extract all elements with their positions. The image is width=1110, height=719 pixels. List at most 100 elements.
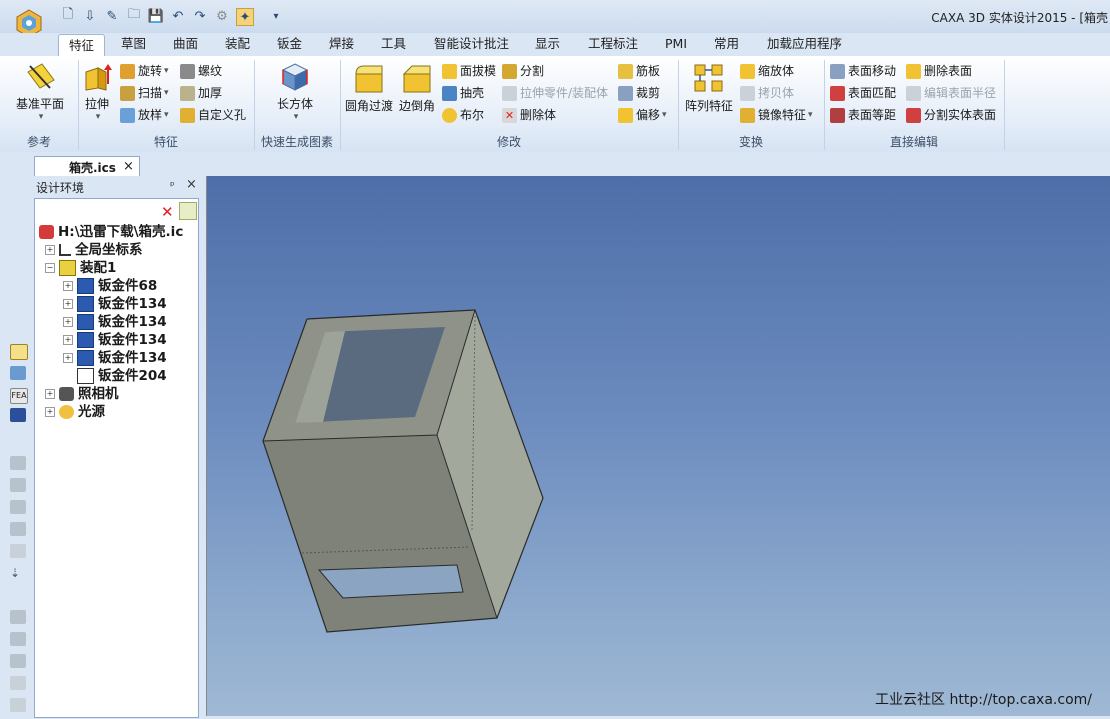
mirror-button[interactable]: 镜像特征 ▾ xyxy=(740,106,813,125)
face-move-button[interactable]: 表面移动 xyxy=(830,62,896,81)
redo-icon[interactable]: ↷ xyxy=(192,8,208,24)
tree-item-part[interactable]: + 钣金件134 xyxy=(63,331,167,349)
collapse-icon[interactable]: − xyxy=(45,263,55,273)
thicken-button[interactable]: 加厚 xyxy=(180,84,222,103)
expand-icon[interactable]: + xyxy=(63,281,73,291)
expand-icon[interactable]: + xyxy=(63,353,73,363)
scale-button[interactable]: 缩放体 xyxy=(740,62,794,81)
sweep-button[interactable]: 扫描 ▾ xyxy=(120,84,169,103)
delete-face-button[interactable]: 删除表面 xyxy=(906,62,972,81)
loft-button[interactable]: 放样 ▾ xyxy=(120,106,169,125)
delete-body-button[interactable]: ✕ 删除体 xyxy=(502,106,556,125)
tab-tools[interactable]: 工具 xyxy=(381,33,406,55)
tree-item-assembly[interactable]: − 装配1 xyxy=(45,259,116,277)
thread-button[interactable]: 螺纹 xyxy=(180,62,222,81)
tree-item-part[interactable]: + 钣金件134 xyxy=(63,295,167,313)
watermark-text: 工业云社区 http://top.caxa.com/ xyxy=(875,692,1092,708)
new-icon[interactable]: 🗋 xyxy=(60,7,76,24)
folder-icon[interactable]: 🗀 xyxy=(126,7,142,24)
tree-item-root[interactable]: H:\迅雷下载\箱壳.ic xyxy=(39,223,183,241)
tree-item-camera[interactable]: + 照相机 xyxy=(45,385,119,403)
render-shade-icon[interactable] xyxy=(10,632,26,646)
expand-icon[interactable]: + xyxy=(63,299,73,309)
render-hidden-icon[interactable] xyxy=(10,676,26,690)
tab-addins[interactable]: 加载应用程序 xyxy=(767,33,842,55)
dropdown-icon[interactable]: ▾ xyxy=(268,8,284,24)
sketch-tool-icon[interactable] xyxy=(10,344,28,360)
wizard-icon[interactable] xyxy=(179,202,197,220)
box-shell-model[interactable] xyxy=(207,176,1110,716)
trim-button[interactable]: 裁剪 xyxy=(618,84,660,103)
rib-button[interactable]: 筋板 xyxy=(618,62,660,81)
edit-icon[interactable]: ✎ xyxy=(104,8,120,24)
document-tab[interactable]: 箱壳.ics × xyxy=(34,156,140,177)
tree-item-part[interactable]: + 钣金件68 xyxy=(63,277,157,295)
render-outline-icon[interactable] xyxy=(10,698,26,712)
tab-assembly[interactable]: 装配 xyxy=(225,33,250,55)
face-match-button[interactable]: 表面匹配 xyxy=(830,84,896,103)
tab-common[interactable]: 常用 xyxy=(714,33,739,55)
chamfer-button[interactable]: 边倒角 xyxy=(398,62,436,114)
tab-sheetmetal[interactable]: 钣金 xyxy=(277,33,302,55)
ref-plane-button[interactable]: 基准平面 ▾ xyxy=(14,62,66,122)
tab-pmi[interactable]: PMI xyxy=(665,33,687,55)
offset-button[interactable]: 偏移 ▾ xyxy=(618,106,667,125)
render-edge-icon[interactable] xyxy=(10,654,26,668)
fillet-button[interactable]: 圆角过渡 xyxy=(344,62,394,114)
boolean-button[interactable]: 布尔 xyxy=(442,106,484,125)
trim-icon xyxy=(618,86,633,101)
face-move-icon xyxy=(830,64,845,79)
gear-icon[interactable]: ⚙ xyxy=(214,8,230,24)
3d-viewport[interactable] xyxy=(206,176,1110,716)
tab-surface[interactable]: 曲面 xyxy=(173,33,198,55)
revolve-label: 旋转 xyxy=(138,64,163,78)
view-side-icon[interactable] xyxy=(10,522,26,536)
custom-hole-button[interactable]: 自定义孔 xyxy=(180,106,246,125)
delete-icon[interactable]: ✕ xyxy=(161,203,174,221)
expand-icon[interactable]: + xyxy=(63,335,73,345)
copy-button[interactable]: 拷贝体 xyxy=(740,84,794,103)
split-face-button[interactable]: 分割实体表面 xyxy=(906,106,996,125)
extrude-button[interactable]: 拉伸 ▾ xyxy=(82,62,112,122)
tab-display[interactable]: 显示 xyxy=(535,33,560,55)
view-box-icon[interactable] xyxy=(10,544,26,558)
tree-item-global-coordinate[interactable]: + 全局坐标系 xyxy=(45,241,143,259)
pattern-button[interactable]: 阵列特征 xyxy=(684,62,734,114)
open-drop-icon[interactable]: ⇩ xyxy=(82,8,98,24)
pin-icon[interactable]: ᵖ xyxy=(170,179,175,192)
tab-weld[interactable]: 焊接 xyxy=(329,33,354,55)
tree-item-light[interactable]: + 光源 xyxy=(45,403,105,421)
shell-button[interactable]: 抽壳 xyxy=(442,84,484,103)
tree-item-part[interactable]: + 钣金件134 xyxy=(63,313,167,331)
save-icon[interactable]: 💾 xyxy=(148,8,164,24)
tree-item-part[interactable]: + 钣金件134 xyxy=(63,349,167,367)
undo-icon[interactable]: ↶ xyxy=(170,8,186,24)
expand-icon[interactable]: + xyxy=(63,317,73,327)
panel-close-icon[interactable]: × xyxy=(186,177,197,192)
box-button[interactable]: 长方体 ▾ xyxy=(272,62,318,122)
tab-feature[interactable]: 特征 xyxy=(58,34,106,57)
close-icon[interactable]: × xyxy=(123,159,134,174)
expand-icon[interactable]: + xyxy=(45,389,55,399)
expand-icon[interactable]: + xyxy=(45,245,55,255)
expand-icon[interactable]: + xyxy=(45,407,55,417)
edit-face-radius-button[interactable]: 编辑表面半径 xyxy=(906,84,996,103)
wizard-icon[interactable]: ✦ xyxy=(236,8,254,26)
face-offset-button[interactable]: 表面等距 xyxy=(830,106,896,125)
view-top-icon[interactable] xyxy=(10,500,26,514)
feb-icon[interactable] xyxy=(10,408,26,422)
tab-engineering-annotation[interactable]: 工程标注 xyxy=(588,33,638,55)
draft-button[interactable]: 面拔模 xyxy=(442,62,496,81)
view-front-icon[interactable] xyxy=(10,478,26,492)
analysis-tool-icon[interactable] xyxy=(10,366,26,380)
fea-icon[interactable]: FEA xyxy=(10,388,28,404)
insert-icon[interactable]: ⇣ xyxy=(10,566,26,580)
tab-sketch[interactable]: 草图 xyxy=(121,33,146,55)
split-button[interactable]: 分割 xyxy=(502,62,544,81)
revolve-button[interactable]: 旋转 ▾ xyxy=(120,62,169,81)
render-wire-icon[interactable] xyxy=(10,610,26,624)
tree-item-part[interactable]: 钣金件204 xyxy=(77,367,167,385)
tab-smart-annotation[interactable]: 智能设计批注 xyxy=(434,33,509,55)
view-iso-icon[interactable] xyxy=(10,456,26,470)
extrude-part-button[interactable]: 拉伸零件/装配体 xyxy=(502,84,608,103)
